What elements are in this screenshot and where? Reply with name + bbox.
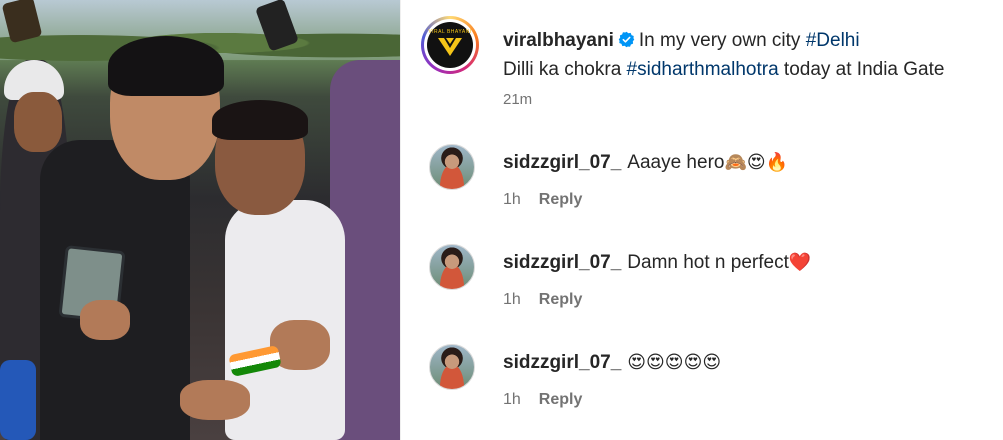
photo-hand: [80, 300, 130, 340]
comments-panel[interactable]: VIRAL BHAYANI viralbhayani In my very own…: [400, 0, 1003, 440]
reply-button[interactable]: Reply: [539, 291, 583, 308]
comment-meta: 1h Reply: [503, 291, 582, 309]
photo-hair: [212, 100, 308, 140]
post-photo[interactable]: [0, 0, 400, 440]
commenter-avatar[interactable]: [429, 344, 475, 390]
caption-line1-text: In my very own city: [638, 30, 806, 51]
comment-body: sidzzgirl_07_ 😍😍😍😍😍: [503, 352, 721, 374]
comment-timestamp[interactable]: 1h: [503, 391, 521, 408]
avatar-ring-inner: VIRAL BHAYANI: [424, 19, 476, 71]
comment-body: sidzzgirl_07_ Damn hot n perfect❤️: [503, 252, 811, 274]
comment-item: sidzzgirl_07_ Aaaye hero🙈😍🔥 1h Reply: [401, 144, 1003, 234]
comment-body: sidzzgirl_07_ Aaaye hero🙈😍🔥: [503, 152, 788, 174]
commenter-username[interactable]: sidzzgirl_07_: [503, 252, 621, 273]
commenter-username[interactable]: sidzzgirl_07_: [503, 352, 621, 373]
comment-text: Aaaye hero: [627, 152, 725, 173]
author-logo: VIRAL BHAYANI: [427, 22, 473, 68]
comment-text: Damn hot n perfect: [627, 252, 789, 273]
comment-emoji: ❤️: [788, 252, 812, 273]
commenter-avatar[interactable]: [429, 144, 475, 190]
avatar-logo-text: VIRAL BHAYANI: [428, 29, 472, 35]
comment-emoji: 😍😍😍😍😍: [627, 352, 722, 373]
instagram-post-view: VIRAL BHAYANI viralbhayani In my very own…: [0, 0, 1003, 440]
comment-item: sidzzgirl_07_ Damn hot n perfect❤️ 1h Repl…: [401, 244, 1003, 334]
hashtag-delhi[interactable]: #Delhi: [806, 30, 860, 51]
reply-button[interactable]: Reply: [539, 191, 583, 208]
comment-meta: 1h Reply: [503, 191, 582, 209]
caption-line2-pre: Dilli ka chokra: [503, 59, 627, 80]
photo-hand: [180, 380, 250, 420]
photo-hair: [108, 36, 224, 96]
verified-badge-icon: [618, 31, 635, 48]
post-caption: viralbhayani In my very own city #Delhi D…: [503, 26, 993, 84]
commenter-username[interactable]: sidzzgirl_07_: [503, 152, 621, 173]
caption-line2-post: today at India Gate: [778, 59, 945, 80]
author-avatar[interactable]: VIRAL BHAYANI: [421, 16, 479, 74]
comment-meta: 1h Reply: [503, 391, 582, 409]
comment-timestamp[interactable]: 1h: [503, 191, 521, 208]
commenter-avatar[interactable]: [429, 244, 475, 290]
photo-face: [14, 92, 62, 152]
comment-emoji: 🙈😍🔥: [724, 152, 789, 173]
photo-sleeve: [0, 360, 36, 440]
author-username[interactable]: viralbhayani: [503, 30, 614, 51]
post-timestamp[interactable]: 21m: [503, 91, 532, 108]
hashtag-sidharthmalhotra[interactable]: #sidharthmalhotra: [627, 59, 779, 80]
comment-item: sidzzgirl_07_ 😍😍😍😍😍 1h Reply: [401, 344, 1003, 434]
comment-timestamp[interactable]: 1h: [503, 291, 521, 308]
reply-button[interactable]: Reply: [539, 391, 583, 408]
